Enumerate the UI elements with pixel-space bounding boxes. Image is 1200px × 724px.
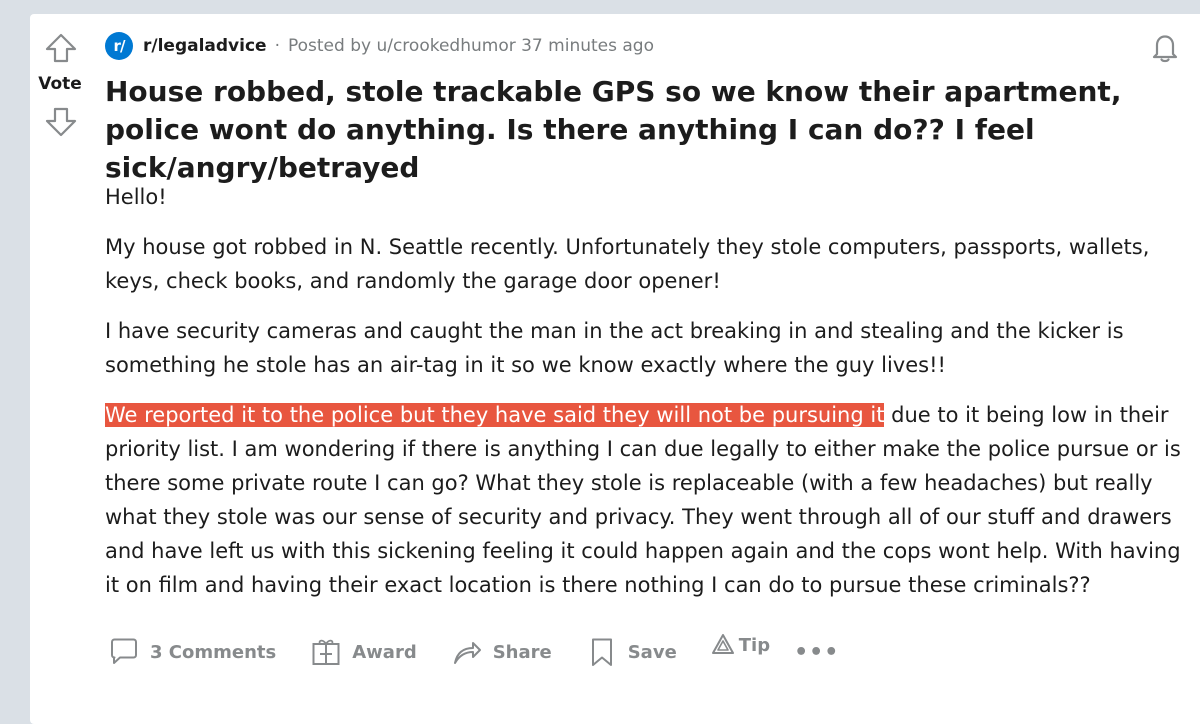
- bookmark-icon: [586, 636, 618, 668]
- upvote-arrow-icon[interactable]: [44, 31, 78, 65]
- comments-button[interactable]: 3 Comments: [108, 636, 276, 668]
- comment-bubble-icon: [108, 636, 140, 668]
- post-actions: 3 Comments Award Share Save Tip •••: [108, 633, 839, 668]
- body-paragraph: We reported it to the police but they ha…: [105, 398, 1195, 602]
- tip-button[interactable]: Tip: [711, 633, 770, 657]
- award-label: Award: [352, 641, 417, 663]
- downvote-arrow-icon[interactable]: [44, 105, 78, 139]
- post-card: Vote r/ r/legaladvice · Posted by u/croo…: [30, 14, 1200, 724]
- more-options-button[interactable]: •••: [794, 640, 839, 665]
- share-label: Share: [492, 641, 552, 663]
- highlighted-text: We reported it to the police but they ha…: [105, 403, 885, 427]
- subreddit-icon[interactable]: r/: [105, 32, 133, 60]
- post-title[interactable]: House robbed, stole trackable GPS so we …: [105, 73, 1195, 187]
- bell-icon[interactable]: [1148, 30, 1182, 64]
- share-button[interactable]: Share: [451, 636, 552, 668]
- body-paragraph: Hello!: [105, 185, 167, 209]
- paragraph-text: due to it being low in their priority li…: [105, 403, 1181, 597]
- comments-label: 3 Comments: [150, 641, 277, 663]
- posted-by-text[interactable]: Posted by u/crookedhumor 37 minutes ago: [288, 36, 654, 56]
- vote-label: Vote: [38, 74, 82, 94]
- save-label: Save: [627, 641, 677, 663]
- save-button[interactable]: Save: [586, 636, 677, 668]
- body-paragraph: My house got robbed in N. Seattle recent…: [105, 235, 1150, 293]
- gift-icon: [310, 636, 342, 668]
- meta-separator: ·: [274, 36, 280, 56]
- post-body: Hello! My house got robbed in N. Seattle…: [105, 180, 1195, 618]
- award-button[interactable]: Award: [310, 636, 417, 668]
- body-paragraph: I have security cameras and caught the m…: [105, 319, 1124, 377]
- tip-label: Tip: [738, 634, 771, 656]
- subreddit-link[interactable]: r/legaladvice: [143, 36, 267, 56]
- tip-icon: [711, 633, 735, 657]
- share-arrow-icon: [451, 636, 483, 668]
- post-meta: r/ r/legaladvice · Posted by u/crookedhu…: [105, 32, 654, 60]
